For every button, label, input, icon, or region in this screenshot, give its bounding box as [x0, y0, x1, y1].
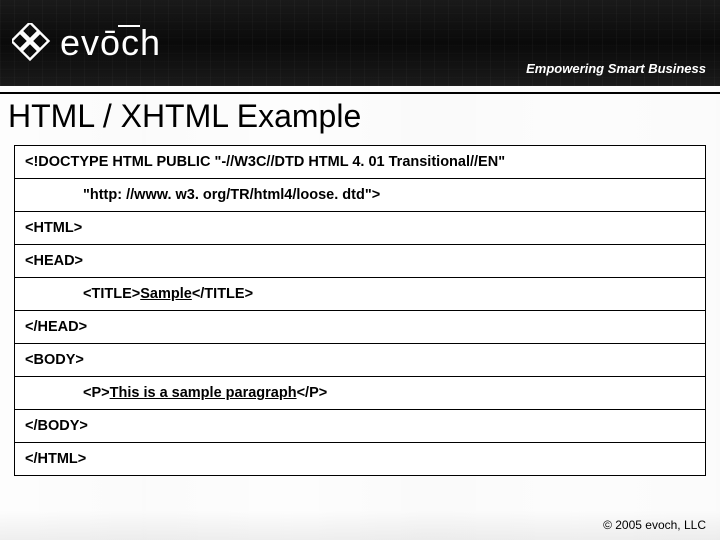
code-line: <TITLE>Sample</TITLE>	[15, 278, 705, 311]
logo-diamonds-icon	[12, 23, 52, 63]
code-line: <BODY>	[15, 344, 705, 377]
code-text: <TITLE>	[83, 286, 140, 302]
tagline: Empowering Smart Business	[526, 61, 706, 76]
code-text: <P>	[83, 385, 110, 401]
logo-text: evōch	[60, 22, 161, 64]
slide-header: evōch Empowering Smart Business	[0, 0, 720, 86]
code-text-underlined: Sample	[140, 286, 192, 302]
copyright: © 2005 evoch, LLC	[603, 518, 706, 532]
code-line: <HTML>	[15, 212, 705, 245]
code-text: </TITLE>	[192, 286, 253, 302]
code-line: </HTML>	[15, 443, 705, 475]
code-line: <P>This is a sample paragraph</P>	[15, 377, 705, 410]
code-text-underlined: This is a sample paragraph	[110, 385, 297, 401]
code-line: </BODY>	[15, 410, 705, 443]
code-line: "http: //www. w3. org/TR/html4/loose. dt…	[15, 179, 705, 212]
code-line: <!DOCTYPE HTML PUBLIC "-//W3C//DTD HTML …	[15, 146, 705, 179]
code-line: </HEAD>	[15, 311, 705, 344]
code-example-box: <!DOCTYPE HTML PUBLIC "-//W3C//DTD HTML …	[14, 145, 706, 476]
code-line: <HEAD>	[15, 245, 705, 278]
code-text: </P>	[297, 385, 328, 401]
slide-title: HTML / XHTML Example	[0, 94, 720, 145]
logo: evōch	[12, 22, 161, 64]
